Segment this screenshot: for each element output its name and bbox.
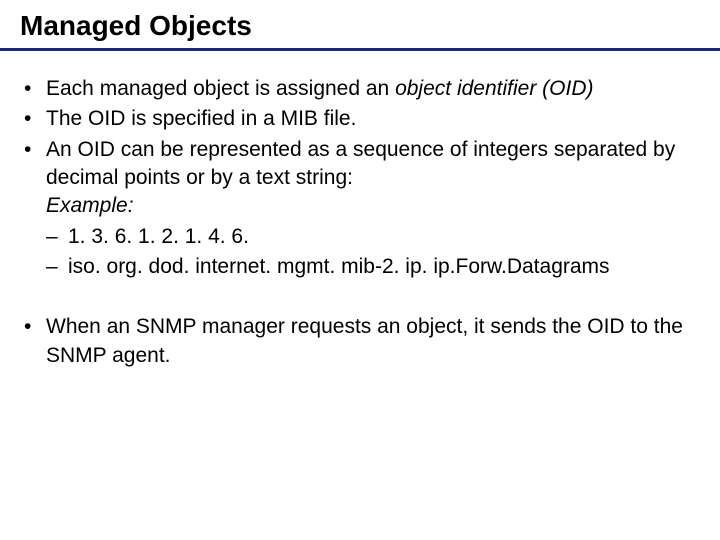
bullet-3-text: An OID can be represented as a sequence … <box>46 138 675 189</box>
spacer <box>20 283 700 313</box>
bullet-1-text: Each managed object is assigned an <box>46 77 395 100</box>
bullet-1: Each managed object is assigned an objec… <box>46 75 700 103</box>
bullet-3: An OID can be represented as a sequence … <box>46 136 700 282</box>
example-numeric: 1. 3. 6. 1. 2. 1. 4. 6. <box>68 223 700 251</box>
bullet-list: Each managed object is assigned an objec… <box>20 75 700 281</box>
bullet-list-2: When an SNMP manager requests an object,… <box>20 313 700 370</box>
bullet-2: The OID is specified in a MIB file. <box>46 105 700 133</box>
bullet-4: When an SNMP manager requests an object,… <box>46 313 700 370</box>
example-label: Example: <box>46 194 134 217</box>
example-sublist: 1. 3. 6. 1. 2. 1. 4. 6. iso. org. dod. i… <box>46 223 700 282</box>
bullet-1-em: object identifier (OID) <box>395 77 593 100</box>
example-text: iso. org. dod. internet. mgmt. mib-2. ip… <box>68 253 700 281</box>
title-rule <box>0 48 720 51</box>
slide-title: Managed Objects <box>20 10 700 42</box>
